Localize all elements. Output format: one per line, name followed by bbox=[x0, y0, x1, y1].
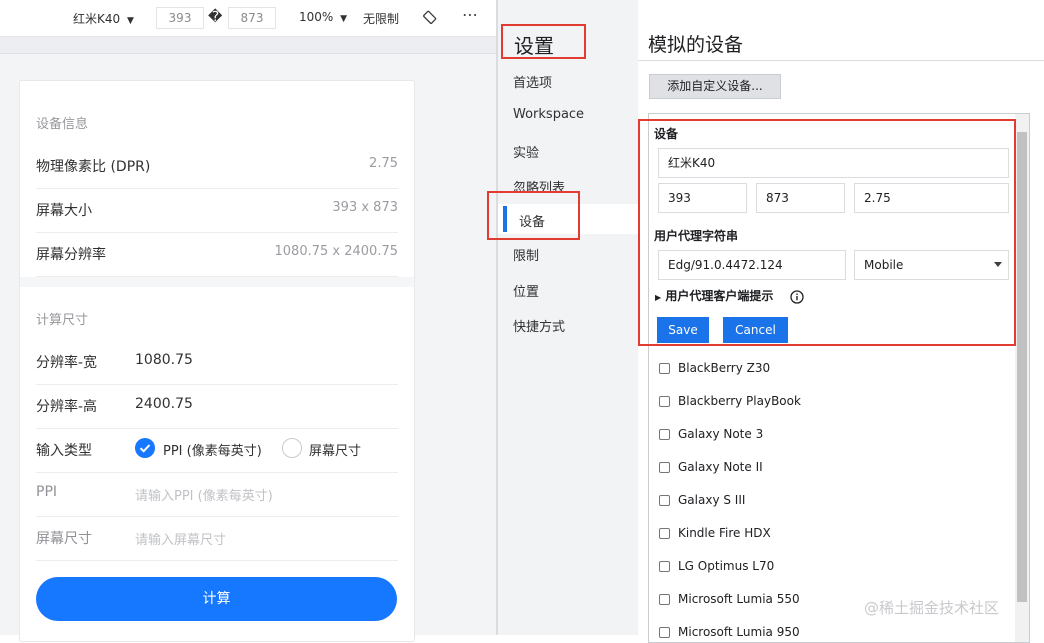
ppi-input[interactable]: 请输入PPI (像素每英寸) bbox=[135, 485, 273, 504]
device-name: Microsoft Lumia 950 bbox=[678, 625, 800, 639]
device-info-title: 设备信息 bbox=[36, 117, 89, 132]
chevron-down-icon: ▼ bbox=[126, 16, 134, 26]
checkbox[interactable] bbox=[659, 396, 670, 407]
res-height-label: 分辨率-高 bbox=[36, 399, 98, 415]
device-name: Galaxy Note II bbox=[678, 460, 763, 474]
device-name: Blackberry PlayBook bbox=[678, 394, 801, 408]
width-input[interactable]: 393 bbox=[156, 7, 204, 29]
zoom-select[interactable]: 100% ▼ bbox=[299, 10, 347, 24]
radio-ppi-label[interactable]: PPI (像素每英寸) bbox=[163, 440, 262, 459]
screen-size-row: 屏幕大小 393 x 873 bbox=[36, 188, 398, 233]
radio-ppi[interactable] bbox=[135, 438, 155, 458]
check-icon bbox=[139, 444, 151, 453]
checkbox[interactable] bbox=[659, 363, 670, 374]
nav-item-experiments[interactable]: 实验 bbox=[513, 142, 539, 161]
more-icon[interactable]: ⋯ bbox=[462, 5, 478, 24]
device-select-label: 红米K40 bbox=[73, 12, 121, 26]
checkbox[interactable] bbox=[659, 495, 670, 506]
highlight-device-form bbox=[638, 119, 1016, 346]
nav-item-throttling[interactable]: 限制 bbox=[513, 245, 539, 264]
nav-item-shortcuts[interactable]: 快捷方式 bbox=[513, 316, 565, 335]
resolution-row: 屏幕分辨率 1080.75 x 2400.75 bbox=[36, 232, 398, 277]
res-height-row: 分辨率-高 2400.75 bbox=[36, 384, 398, 429]
nav-item-preferences[interactable]: 首选项 bbox=[513, 72, 552, 91]
ruler bbox=[0, 37, 496, 54]
radio-screen-size[interactable] bbox=[282, 438, 302, 458]
watermark: @稀土掘金技术社区 bbox=[864, 599, 1000, 617]
add-custom-device-button[interactable]: 添加自定义设备... bbox=[649, 74, 781, 99]
screen-size-label: 屏幕大小 bbox=[36, 203, 92, 219]
device-name: BlackBerry Z30 bbox=[678, 361, 771, 375]
device-name: Galaxy Note 3 bbox=[678, 427, 764, 441]
screen-size-value: 393 x 873 bbox=[332, 200, 398, 215]
swap-dimensions-icon[interactable]: � bbox=[208, 9, 222, 25]
nav-item-workspace[interactable]: Workspace bbox=[513, 107, 584, 122]
dpr-row: 物理像素比 (DPR) 2.75 bbox=[36, 144, 398, 189]
checkbox[interactable] bbox=[659, 429, 670, 440]
res-width-row: 分辨率-宽 1080.75 bbox=[36, 340, 398, 385]
zoom-label: 100% bbox=[299, 10, 334, 24]
input-type-row: 输入类型 PPI (像素每英寸) 屏幕尺寸 bbox=[36, 428, 398, 473]
section-gap bbox=[20, 277, 414, 287]
emulated-devices-title: 模拟的设备 bbox=[648, 34, 744, 56]
radio-screen-size-label[interactable]: 屏幕尺寸 bbox=[309, 440, 361, 459]
screen-inch-label: 屏幕尺寸 bbox=[36, 531, 92, 547]
checkbox[interactable] bbox=[659, 462, 670, 473]
scrollbar[interactable] bbox=[1015, 114, 1029, 642]
resolution-label: 屏幕分辨率 bbox=[36, 247, 106, 263]
highlight-settings-title bbox=[501, 24, 586, 59]
scrollbar-thumb[interactable] bbox=[1017, 132, 1027, 602]
device-select[interactable]: 红米K40 ▼ bbox=[73, 10, 134, 27]
nav-item-locations[interactable]: 位置 bbox=[513, 281, 539, 300]
checkbox[interactable] bbox=[659, 528, 670, 539]
device-name: Kindle Fire HDX bbox=[678, 526, 771, 540]
screen-inch-input[interactable]: 请输入屏幕尺寸 bbox=[135, 529, 226, 548]
resolution-value: 1080.75 x 2400.75 bbox=[274, 244, 398, 259]
checkbox[interactable] bbox=[659, 561, 670, 572]
title-divider bbox=[638, 60, 1044, 61]
res-width-label: 分辨率-宽 bbox=[36, 355, 98, 371]
dpr-value: 2.75 bbox=[369, 156, 398, 171]
rotate-icon[interactable] bbox=[422, 9, 438, 28]
highlight-devices-nav bbox=[487, 191, 580, 240]
device-toolbar: 红米K40 ▼ 393 � 873 100% ▼ 无限制 ⋯ bbox=[0, 0, 496, 37]
chevron-down-icon: ▼ bbox=[340, 14, 348, 24]
res-width-input[interactable]: 1080.75 bbox=[135, 352, 193, 368]
dpr-label: 物理像素比 (DPR) bbox=[36, 159, 151, 175]
throttle-select[interactable]: 无限制 bbox=[363, 10, 399, 27]
settings-nav: 设置 首选项 Workspace 实验 忽略列表 设备 限制 位置 快捷方式 bbox=[498, 0, 638, 635]
device-name: Galaxy S III bbox=[678, 493, 746, 507]
calculate-button[interactable]: 计算 bbox=[36, 577, 397, 621]
device-name: Microsoft Lumia 550 bbox=[678, 592, 800, 606]
res-height-input[interactable]: 2400.75 bbox=[135, 396, 193, 412]
height-input[interactable]: 873 bbox=[228, 7, 276, 29]
checkbox[interactable] bbox=[659, 627, 670, 638]
calc-size-title: 计算尺寸 bbox=[36, 313, 89, 328]
ppi-row: PPI 请输入PPI (像素每英寸) bbox=[36, 472, 398, 517]
checkbox[interactable] bbox=[659, 594, 670, 605]
device-name: LG Optimus L70 bbox=[678, 559, 775, 573]
input-type-label: 输入类型 bbox=[36, 443, 92, 459]
phone-page: 设备信息 物理像素比 (DPR) 2.75 屏幕大小 393 x 873 屏幕分… bbox=[19, 80, 415, 642]
ppi-label: PPI bbox=[36, 484, 58, 500]
screen-inch-row: 屏幕尺寸 请输入屏幕尺寸 bbox=[36, 516, 398, 561]
